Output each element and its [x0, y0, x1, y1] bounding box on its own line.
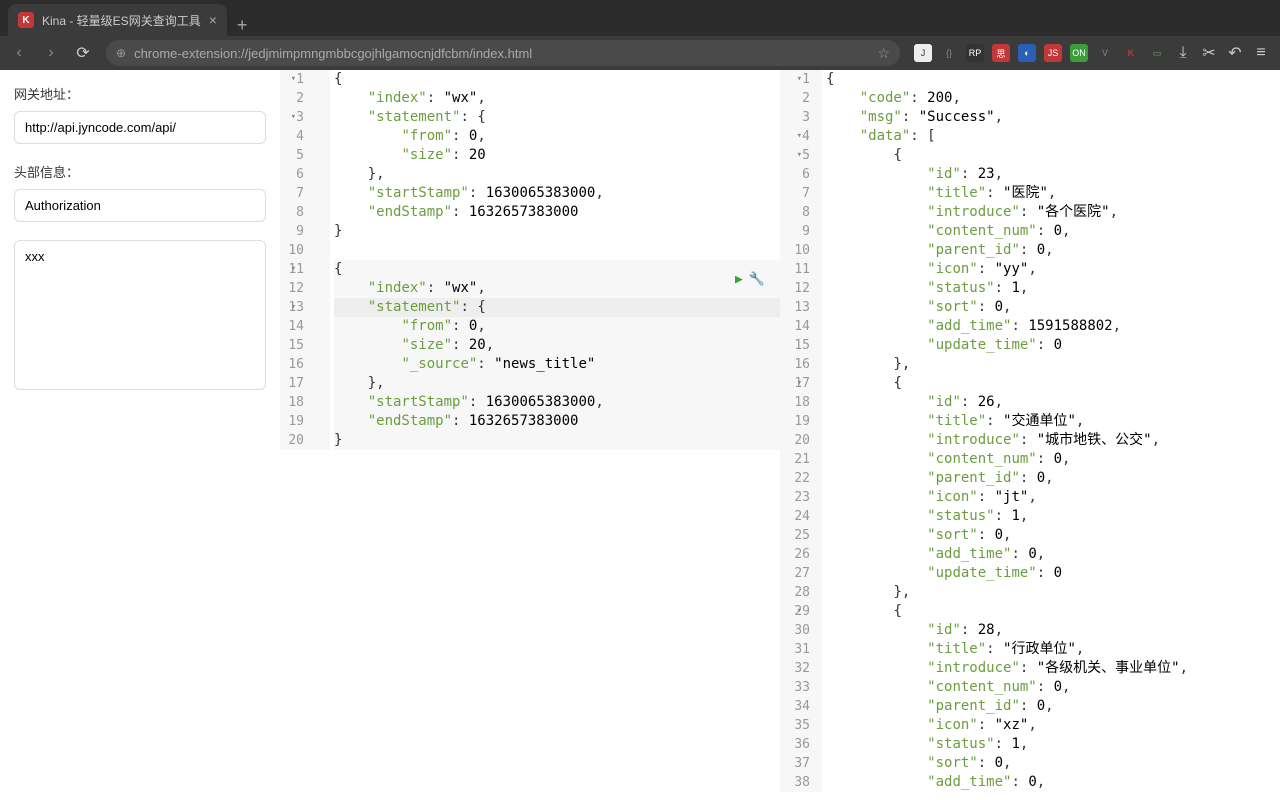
- editor-gutter: 1▾23▾4567891011▾1213▾14151617181920: [280, 70, 330, 450]
- reload-button[interactable]: ⟳: [74, 43, 92, 63]
- forward-button[interactable]: ›: [42, 44, 60, 62]
- ext-icon-js[interactable]: JS: [1044, 44, 1062, 62]
- ext-icon-red[interactable]: 思: [992, 44, 1010, 62]
- bookmark-icon[interactable]: ☆: [877, 45, 890, 62]
- request-editor[interactable]: 1▾23▾4567891011▾1213▾14151617181920 { "i…: [280, 70, 780, 800]
- ext-icon-blue[interactable]: ◐: [1018, 44, 1036, 62]
- ext-icon-rp[interactable]: RP: [966, 44, 984, 62]
- url-text: chrome-extension://jedjmimpmngmbbcgojhlg…: [134, 46, 869, 61]
- wrench-icon[interactable]: 🔧: [749, 270, 765, 289]
- app-content: 网关地址： 头部信息： 1▾23▾4567891011▾1213▾1415161…: [0, 70, 1280, 800]
- sidebar: 网关地址： 头部信息：: [0, 70, 280, 800]
- ext-icon-k[interactable]: K: [1122, 44, 1140, 62]
- response-viewer[interactable]: 1▾234▾5▾67891011121314151617▾18192021222…: [780, 70, 1280, 800]
- header-key-input[interactable]: [14, 189, 266, 222]
- scissors-icon[interactable]: ✂: [1200, 43, 1218, 63]
- new-tab-button[interactable]: +: [227, 15, 258, 36]
- header-label: 头部信息：: [14, 162, 266, 181]
- browser-tab[interactable]: K Kina - 轻量级ES网关查询工具 ×: [8, 4, 227, 36]
- run-actions: ▶ 🔧: [735, 270, 765, 289]
- response-code: { "code": 200, "msg": "Success", "data":…: [822, 70, 1280, 792]
- menu-icon[interactable]: ≡: [1252, 44, 1270, 62]
- browser-chrome: K Kina - 轻量级ES网关查询工具 × + ‹ › ⟳ ⊕ chrome-…: [0, 0, 1280, 70]
- tab-favicon-icon: K: [18, 12, 34, 28]
- gateway-input[interactable]: [14, 111, 266, 144]
- download-icon[interactable]: ⤓: [1174, 44, 1192, 62]
- battery-icon[interactable]: ▭: [1148, 44, 1166, 62]
- ext-icon-braces[interactable]: {}: [940, 44, 958, 62]
- gateway-label: 网关地址：: [14, 84, 266, 103]
- back-button[interactable]: ‹: [10, 44, 28, 62]
- ext-icon-v[interactable]: V: [1096, 44, 1114, 62]
- response-gutter: 1▾234▾5▾67891011121314151617▾18192021222…: [780, 70, 822, 792]
- ext-icon-on[interactable]: ON: [1070, 44, 1088, 62]
- ext-icon-json[interactable]: J: [914, 44, 932, 62]
- run-button[interactable]: ▶: [735, 270, 743, 289]
- tab-title: Kina - 轻量级ES网关查询工具: [42, 12, 201, 29]
- header-value-input[interactable]: [14, 240, 266, 390]
- close-icon[interactable]: ×: [209, 12, 217, 28]
- extension-icons: J {} RP 思 ◐ JS ON V K ▭ ⤓ ✂ ↶ ≡: [914, 43, 1270, 63]
- tab-bar: K Kina - 轻量级ES网关查询工具 × +: [0, 0, 1280, 36]
- shield-icon: ⊕: [116, 46, 126, 60]
- undo-icon[interactable]: ↶: [1226, 43, 1244, 63]
- nav-bar: ‹ › ⟳ ⊕ chrome-extension://jedjmimpmngmb…: [0, 36, 1280, 70]
- editor-code[interactable]: { "index": "wx", "statement": { "from": …: [330, 70, 780, 450]
- url-bar[interactable]: ⊕ chrome-extension://jedjmimpmngmbbcgojh…: [106, 40, 900, 66]
